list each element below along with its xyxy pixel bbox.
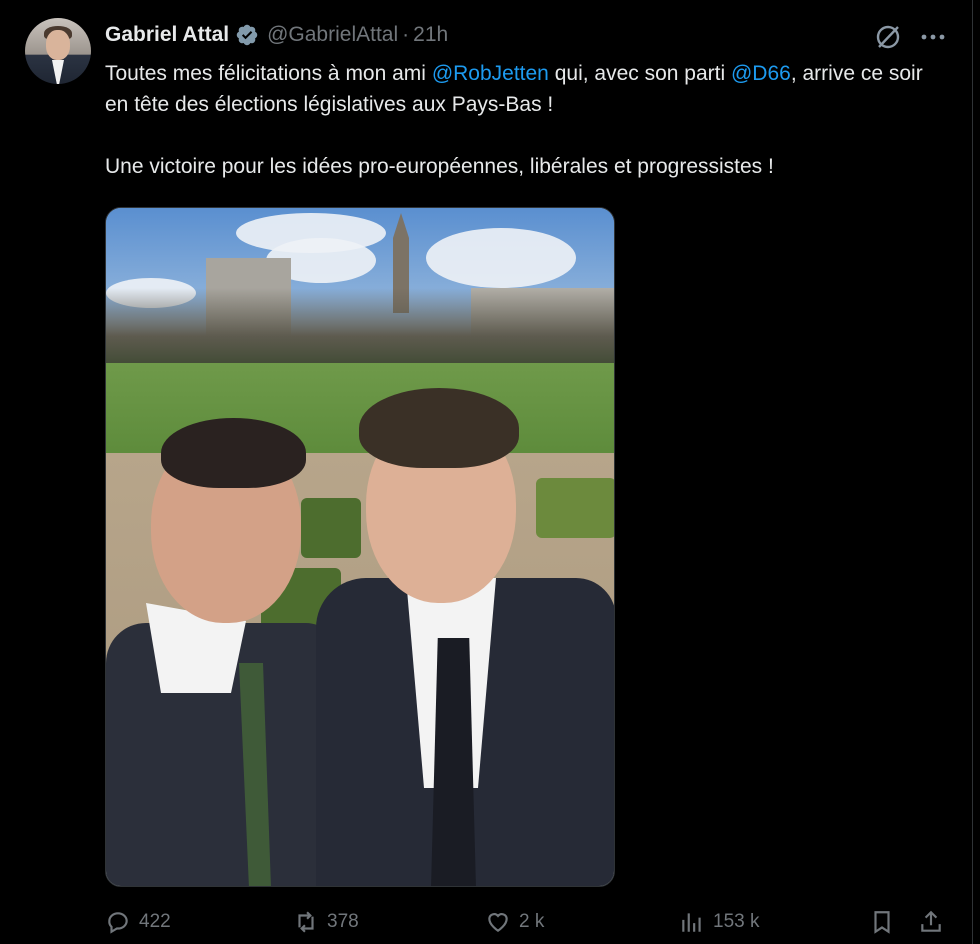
photo-person-left xyxy=(106,413,341,886)
avatar-shirt xyxy=(52,60,64,84)
avatar[interactable] xyxy=(25,18,91,84)
tweet-paragraph-2: Une victoire pour les idées pro-européen… xyxy=(105,155,774,178)
mention-d66[interactable]: @D66 xyxy=(731,62,791,85)
tweet-photo[interactable] xyxy=(105,207,615,887)
tie xyxy=(431,638,476,886)
action-bar: 422 378 2 k 153 k xyxy=(105,905,950,939)
hair xyxy=(161,418,306,488)
tweet-text: Toutes mes félicitations à mon ami @RobJ… xyxy=(105,58,945,182)
text-segment: qui, avec son parti xyxy=(548,62,731,85)
avatar-face xyxy=(46,30,70,60)
reply-button[interactable]: 422 xyxy=(105,905,171,939)
author-handle[interactable]: @GabrielAttal xyxy=(267,23,398,47)
views-button[interactable]: 153 k xyxy=(679,905,759,939)
tweet-container: Gabriel Attal @GabrielAttal · 21h Toutes… xyxy=(0,0,973,944)
repost-count: 378 xyxy=(327,911,359,932)
text-segment: Toutes mes félicitations à mon ami xyxy=(105,62,432,85)
reply-count: 422 xyxy=(139,911,171,932)
like-button[interactable]: 2 k xyxy=(485,905,544,939)
repost-button[interactable]: 378 xyxy=(293,905,359,939)
photo-trees xyxy=(106,288,614,368)
like-count: 2 k xyxy=(519,911,545,932)
tweet-header: Gabriel Attal @GabrielAttal · 21h xyxy=(105,20,448,50)
share-button[interactable] xyxy=(918,905,952,939)
bookmark-button[interactable] xyxy=(869,905,903,939)
like-icon xyxy=(488,913,508,932)
reply-icon xyxy=(108,912,128,934)
mention-robjetten[interactable]: @RobJetten xyxy=(432,62,549,85)
separator-dot: · xyxy=(402,23,410,46)
repost-icon xyxy=(298,911,314,933)
photo-person-right xyxy=(311,388,614,886)
views-count: 153 k xyxy=(713,911,760,932)
bookmark-icon xyxy=(874,911,890,934)
photo-cloud xyxy=(426,228,576,288)
more-icon[interactable] xyxy=(918,22,948,52)
hair xyxy=(359,388,519,468)
views-icon xyxy=(682,913,701,932)
tweet-paragraph-1: Toutes mes félicitations à mon ami @RobJ… xyxy=(105,58,945,120)
author-name[interactable]: Gabriel Attal xyxy=(105,23,229,47)
grok-icon[interactable] xyxy=(873,22,903,52)
verified-badge-icon[interactable] xyxy=(235,23,259,47)
share-icon xyxy=(921,910,941,932)
timestamp[interactable]: 21h xyxy=(413,23,448,47)
